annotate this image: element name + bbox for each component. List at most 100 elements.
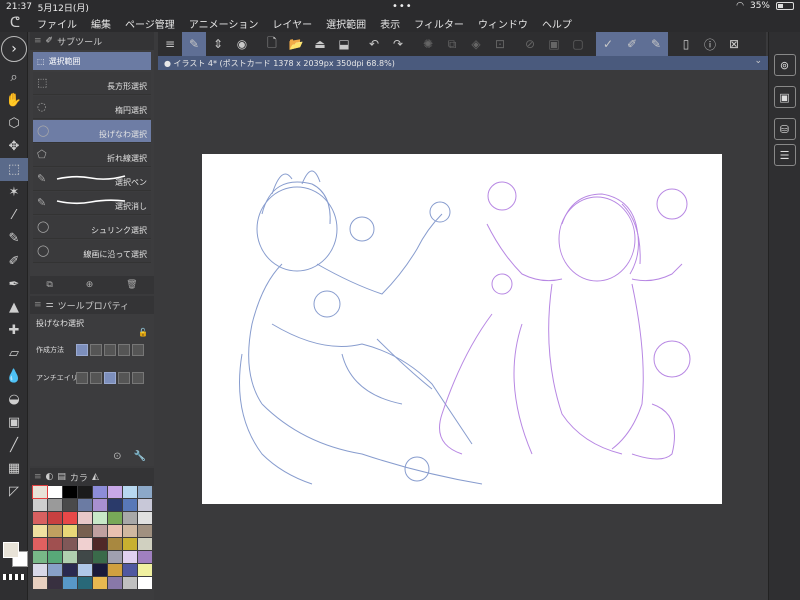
palette-swatch[interactable] xyxy=(48,512,62,524)
menu-view[interactable]: 表示 xyxy=(373,16,407,31)
auto-select-icon[interactable]: ✶ xyxy=(0,181,28,204)
wrench-icon[interactable]: 🔧 xyxy=(134,451,146,462)
antialias-strong-option[interactable] xyxy=(118,372,130,384)
palette-swatch[interactable] xyxy=(48,577,62,589)
line-icon[interactable]: ╱ xyxy=(0,434,28,457)
palette-swatch[interactable] xyxy=(123,525,137,537)
palette-swatch[interactable] xyxy=(78,525,92,537)
palette-swatch[interactable] xyxy=(63,499,77,511)
app-logo-icon[interactable]: ᕦ xyxy=(0,15,30,31)
antialias-weak-option[interactable] xyxy=(90,372,102,384)
palette-swatch[interactable] xyxy=(93,538,107,550)
palette-swatch[interactable] xyxy=(33,499,47,511)
palette-swatch[interactable] xyxy=(48,551,62,563)
subtool-item[interactable]: ✎ 選択ペン xyxy=(33,168,151,191)
chevron-down-icon[interactable]: ⌄ xyxy=(754,56,762,66)
selection-tool-icon[interactable]: ⬚ xyxy=(0,158,28,181)
palette-swatch[interactable] xyxy=(138,499,152,511)
add-selection-option[interactable] xyxy=(90,344,102,356)
open-file-icon[interactable]: 📂 xyxy=(284,32,308,56)
intersect-selection-option[interactable] xyxy=(118,344,130,356)
palette-swatch[interactable] xyxy=(63,525,77,537)
palette-swatch[interactable] xyxy=(78,486,92,498)
panel-toggle-icon[interactable]: › xyxy=(1,36,27,62)
reset-icon[interactable]: ⊙ xyxy=(113,451,121,462)
subtool-item[interactable]: ⬚ 長方形選択 xyxy=(33,72,151,95)
app-icon[interactable]: ◉ xyxy=(230,32,254,56)
delete-subtool-icon[interactable]: 🗑 xyxy=(126,280,137,290)
new-subtool-icon[interactable]: ⊕ xyxy=(86,280,94,290)
stepper-icon[interactable]: ⇕ xyxy=(206,32,230,56)
palette-swatch[interactable] xyxy=(138,577,152,589)
palette-swatch[interactable] xyxy=(108,577,122,589)
palette-swatch[interactable] xyxy=(33,577,47,589)
ruler-icon[interactable]: ◸ xyxy=(0,480,28,503)
frame-icon[interactable]: ▦ xyxy=(0,457,28,480)
palette-swatch[interactable] xyxy=(93,551,107,563)
layer-icon[interactable]: ☰ xyxy=(773,144,796,166)
palette-swatch[interactable] xyxy=(123,486,137,498)
eraser-icon[interactable]: ▱ xyxy=(0,342,28,365)
stabilizer-c-icon[interactable]: ✎ xyxy=(644,32,668,56)
decoration-icon[interactable]: ✚ xyxy=(0,319,28,342)
menu-layer[interactable]: レイヤー xyxy=(265,16,319,31)
palette-swatch[interactable] xyxy=(108,551,122,563)
canvas-area[interactable] xyxy=(158,70,766,600)
undo-icon[interactable]: ↶ xyxy=(362,32,386,56)
move-icon[interactable]: ✥ xyxy=(0,135,28,158)
palette-swatch[interactable] xyxy=(123,499,137,511)
palette-swatch[interactable] xyxy=(123,538,137,550)
palette-swatch[interactable] xyxy=(33,564,47,576)
palette-swatch[interactable] xyxy=(63,577,77,589)
edit-mode-icon[interactable]: ✎ xyxy=(182,32,206,56)
palette-swatch[interactable] xyxy=(78,564,92,576)
hand-icon[interactable]: ✋ xyxy=(0,89,28,112)
transparent-color-swatch[interactable] xyxy=(3,574,25,580)
selection-show-icon[interactable]: ▢ xyxy=(566,32,590,56)
subtool-item[interactable]: ⬠ 折れ線選択 xyxy=(33,144,151,167)
blend-icon[interactable]: 💧 xyxy=(0,365,28,388)
pen-icon[interactable]: ✎ xyxy=(0,227,28,250)
lock-icon[interactable]: 🔓 xyxy=(138,328,148,337)
transform-icon[interactable]: ⊡ xyxy=(488,32,512,56)
pencil-icon[interactable]: ✐ xyxy=(0,250,28,273)
help-icon[interactable]: ⓘ xyxy=(698,32,722,56)
navigator-icon[interactable]: ⊚ xyxy=(773,54,796,76)
palette-swatch[interactable] xyxy=(108,512,122,524)
eyedropper-icon[interactable]: ⁄ xyxy=(0,204,28,227)
zoom-icon[interactable]: ⌕ xyxy=(0,66,28,89)
object-icon[interactable]: ⬡ xyxy=(0,112,28,135)
subtract-selection-option[interactable] xyxy=(104,344,116,356)
menu-animation[interactable]: アニメーション xyxy=(182,16,266,31)
deselect-icon[interactable]: ⊘ xyxy=(518,32,542,56)
palette-swatch[interactable] xyxy=(48,525,62,537)
subtool-item[interactable]: ◌ 楕円選択 xyxy=(33,96,151,119)
fill-icon[interactable]: ◒ xyxy=(0,388,28,411)
palette-swatch[interactable] xyxy=(123,551,137,563)
palette-swatch[interactable] xyxy=(138,512,152,524)
collapse-icon[interactable]: ≡ xyxy=(34,300,42,310)
color-history-tab-icon[interactable]: ◭ xyxy=(92,472,99,482)
palette-swatch[interactable] xyxy=(123,512,137,524)
palette-swatch[interactable] xyxy=(138,486,152,498)
clear-icon[interactable]: ✺ xyxy=(416,32,440,56)
palette-swatch[interactable] xyxy=(138,564,152,576)
foreground-color-swatch[interactable] xyxy=(3,542,19,558)
canvas-tab[interactable]: ● イラスト 4* (ポストカード 1378 x 2039px 350dpi 6… xyxy=(158,56,770,70)
palette-swatch[interactable] xyxy=(63,512,77,524)
subtool-item[interactable]: ✎ 選択消し xyxy=(33,192,151,215)
export-icon[interactable]: ⬓ xyxy=(332,32,356,56)
menu-window[interactable]: ウィンドウ xyxy=(471,16,535,31)
menu-selection[interactable]: 選択範囲 xyxy=(319,16,373,31)
menu-icon[interactable]: ≡ xyxy=(158,32,182,56)
new-file-icon[interactable]: 🗋 xyxy=(260,32,284,56)
palette-swatch[interactable] xyxy=(138,525,152,537)
redo-icon[interactable]: ↷ xyxy=(386,32,410,56)
antialias-medium-option[interactable] xyxy=(104,372,116,384)
airbrush-icon[interactable]: ▲ xyxy=(0,296,28,319)
palette-swatch[interactable] xyxy=(108,499,122,511)
palette-swatch[interactable] xyxy=(32,485,48,499)
palette-swatch[interactable] xyxy=(108,564,122,576)
palette-swatch[interactable] xyxy=(93,525,107,537)
fill-command-icon[interactable]: ◈ xyxy=(464,32,488,56)
